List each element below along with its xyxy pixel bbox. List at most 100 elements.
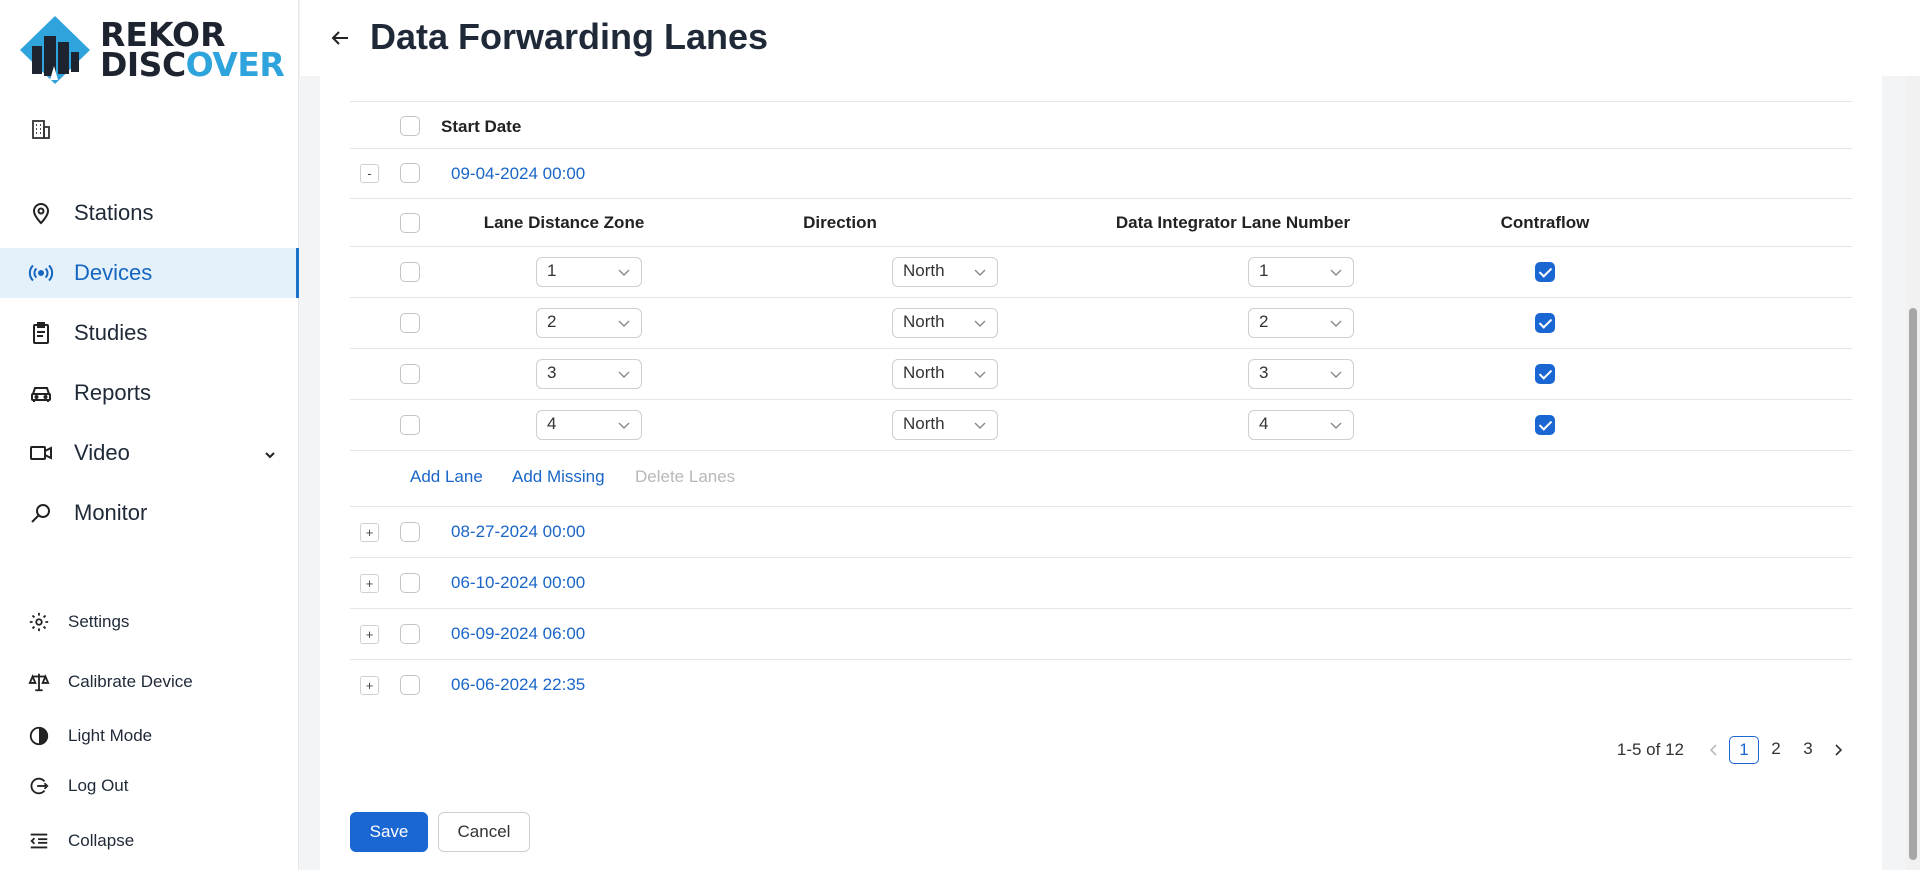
sidebar-item-settings[interactable]: Settings (0, 608, 299, 636)
scrollbar-thumb[interactable] (1909, 308, 1917, 860)
table-row: + 06-06-2024 22:35 (350, 660, 1852, 711)
lane-row-checkbox[interactable] (400, 262, 420, 282)
direction-header: Direction (803, 213, 877, 232)
expand-row-button[interactable]: + (360, 523, 379, 542)
expand-row-button[interactable]: + (360, 574, 379, 593)
row-date-link[interactable]: 06-06-2024 22:35 (451, 675, 585, 695)
scale-icon (28, 671, 50, 693)
sidebar-item-label: Settings (68, 612, 130, 631)
select-all-checkbox[interactable] (400, 116, 420, 136)
clipboard-icon (28, 320, 54, 346)
add-missing-button[interactable]: Add Missing (512, 467, 605, 487)
logo-mark-icon (20, 16, 90, 84)
sidebar-item-devices[interactable]: Devices (0, 248, 299, 298)
sidebar-item-label: Reports (74, 380, 152, 405)
chevron-down-icon[interactable] (263, 442, 277, 468)
lanes-header-row: Lane Distance Zone Direction Data Integr… (350, 199, 1852, 247)
prev-page-icon[interactable] (1700, 736, 1728, 764)
rekor-discover-logo[interactable]: REKOR DISCOVER (20, 16, 285, 84)
row-date-link[interactable]: 06-09-2024 06:00 (451, 624, 585, 644)
row-checkbox[interactable] (400, 675, 420, 695)
lane-distance-zone-header: Lane Distance Zone (483, 213, 645, 232)
page-1-button[interactable]: 1 (1729, 736, 1759, 764)
page-3-button[interactable]: 3 (1793, 736, 1823, 764)
chevron-down-icon (618, 320, 630, 327)
integrator-lane-select[interactable]: 2 (1248, 308, 1354, 338)
sidebar-item-reports[interactable]: Reports (0, 368, 299, 418)
chevron-down-icon (1330, 320, 1342, 327)
integrator-lane-select[interactable]: 4 (1248, 410, 1354, 440)
main-nav: Stations Devices Studies Reports Video M… (0, 188, 299, 548)
sidebar-item-video[interactable]: Video (0, 428, 299, 478)
lane-row-checkbox[interactable] (400, 415, 420, 435)
table-row: + 06-10-2024 00:00 (350, 558, 1852, 609)
lanes-select-all-checkbox[interactable] (400, 213, 420, 233)
direction-select[interactable]: North (892, 257, 998, 287)
sidebar-item-label: Devices (74, 260, 153, 285)
direction-select[interactable]: North (892, 359, 998, 389)
direction-select[interactable]: North (892, 410, 998, 440)
back-arrow-icon[interactable] (328, 26, 352, 50)
lane-distance-zone-select[interactable]: 2 (536, 308, 642, 338)
sidebar-item-studies[interactable]: Studies (0, 308, 299, 358)
sidebar-item-label: Stations (74, 200, 154, 225)
table-header-row: Start Date (350, 101, 1852, 149)
sidebar-item-calibrate-device[interactable]: Calibrate Device (0, 668, 299, 696)
sidebar-item-stations[interactable]: Stations (0, 188, 299, 238)
integrator-lane-select[interactable]: 3 (1248, 359, 1354, 389)
contrast-icon (28, 725, 50, 747)
sidebar-item-label: Collapse (68, 831, 135, 850)
row-checkbox[interactable] (400, 573, 420, 593)
page-2-button[interactable]: 2 (1761, 736, 1791, 764)
contraflow-checkbox[interactable] (1535, 364, 1555, 384)
row-date-link[interactable]: 09-04-2024 00:00 (451, 164, 585, 184)
lane-row-checkbox[interactable] (400, 313, 420, 333)
collapse-row-button[interactable]: - (360, 164, 379, 183)
add-lane-button[interactable]: Add Lane (410, 467, 483, 487)
contraflow-checkbox[interactable] (1535, 262, 1555, 282)
video-camera-icon (28, 440, 54, 466)
broadcast-icon (28, 260, 54, 286)
sidebar-item-label: Log Out (68, 776, 129, 795)
chevron-down-icon (1330, 422, 1342, 429)
cancel-button[interactable]: Cancel (438, 812, 530, 852)
lanes-card: Start Date - 09-04-2024 00:00 Lane Dista… (320, 76, 1882, 870)
contraflow-checkbox[interactable] (1535, 415, 1555, 435)
contraflow-header: Contraflow (1500, 213, 1590, 232)
expand-row-button[interactable]: + (360, 625, 379, 644)
row-checkbox[interactable] (400, 624, 420, 644)
expand-row-button[interactable]: + (360, 676, 379, 695)
row-date-link[interactable]: 08-27-2024 00:00 (451, 522, 585, 542)
row-date-link[interactable]: 06-10-2024 00:00 (451, 573, 585, 593)
logout-icon (28, 775, 50, 797)
building-icon[interactable] (29, 117, 53, 141)
collapse-icon (28, 830, 50, 852)
save-button[interactable]: Save (350, 812, 428, 852)
contraflow-checkbox[interactable] (1535, 313, 1555, 333)
sidebar-item-log-out[interactable]: Log Out (0, 772, 299, 800)
sidebar-item-label: Monitor (74, 500, 148, 525)
data-forwarding-table: Start Date - 09-04-2024 00:00 Lane Dista… (350, 101, 1852, 711)
sidebar-item-monitor[interactable]: Monitor (0, 488, 299, 538)
vertical-scrollbar[interactable] (1906, 76, 1920, 870)
sidebar: REKOR DISCOVER Stations Devices Studies … (0, 0, 299, 870)
integrator-lane-select[interactable]: 1 (1248, 257, 1354, 287)
sidebar-item-collapse[interactable]: Collapse (0, 827, 299, 855)
lane-row-checkbox[interactable] (400, 364, 420, 384)
sidebar-item-light-mode[interactable]: Light Mode (0, 722, 299, 750)
data-integrator-lane-number-header: Data Integrator Lane Number (1115, 213, 1351, 232)
sidebar-item-label: Light Mode (68, 726, 153, 745)
chevron-down-icon (974, 422, 986, 429)
next-page-icon[interactable] (1824, 736, 1852, 764)
chevron-down-icon (974, 320, 986, 327)
lane-distance-zone-select[interactable]: 1 (536, 257, 642, 287)
car-icon (28, 380, 54, 406)
lane-distance-zone-select[interactable]: 3 (536, 359, 642, 389)
page-header: Data Forwarding Lanes (300, 0, 1920, 76)
direction-select[interactable]: North (892, 308, 998, 338)
row-checkbox[interactable] (400, 522, 420, 542)
row-checkbox[interactable] (400, 163, 420, 183)
lane-distance-zone-select[interactable]: 4 (536, 410, 642, 440)
pagination-summary: 1-5 of 12 (1616, 740, 1684, 759)
chevron-down-icon (1330, 371, 1342, 378)
